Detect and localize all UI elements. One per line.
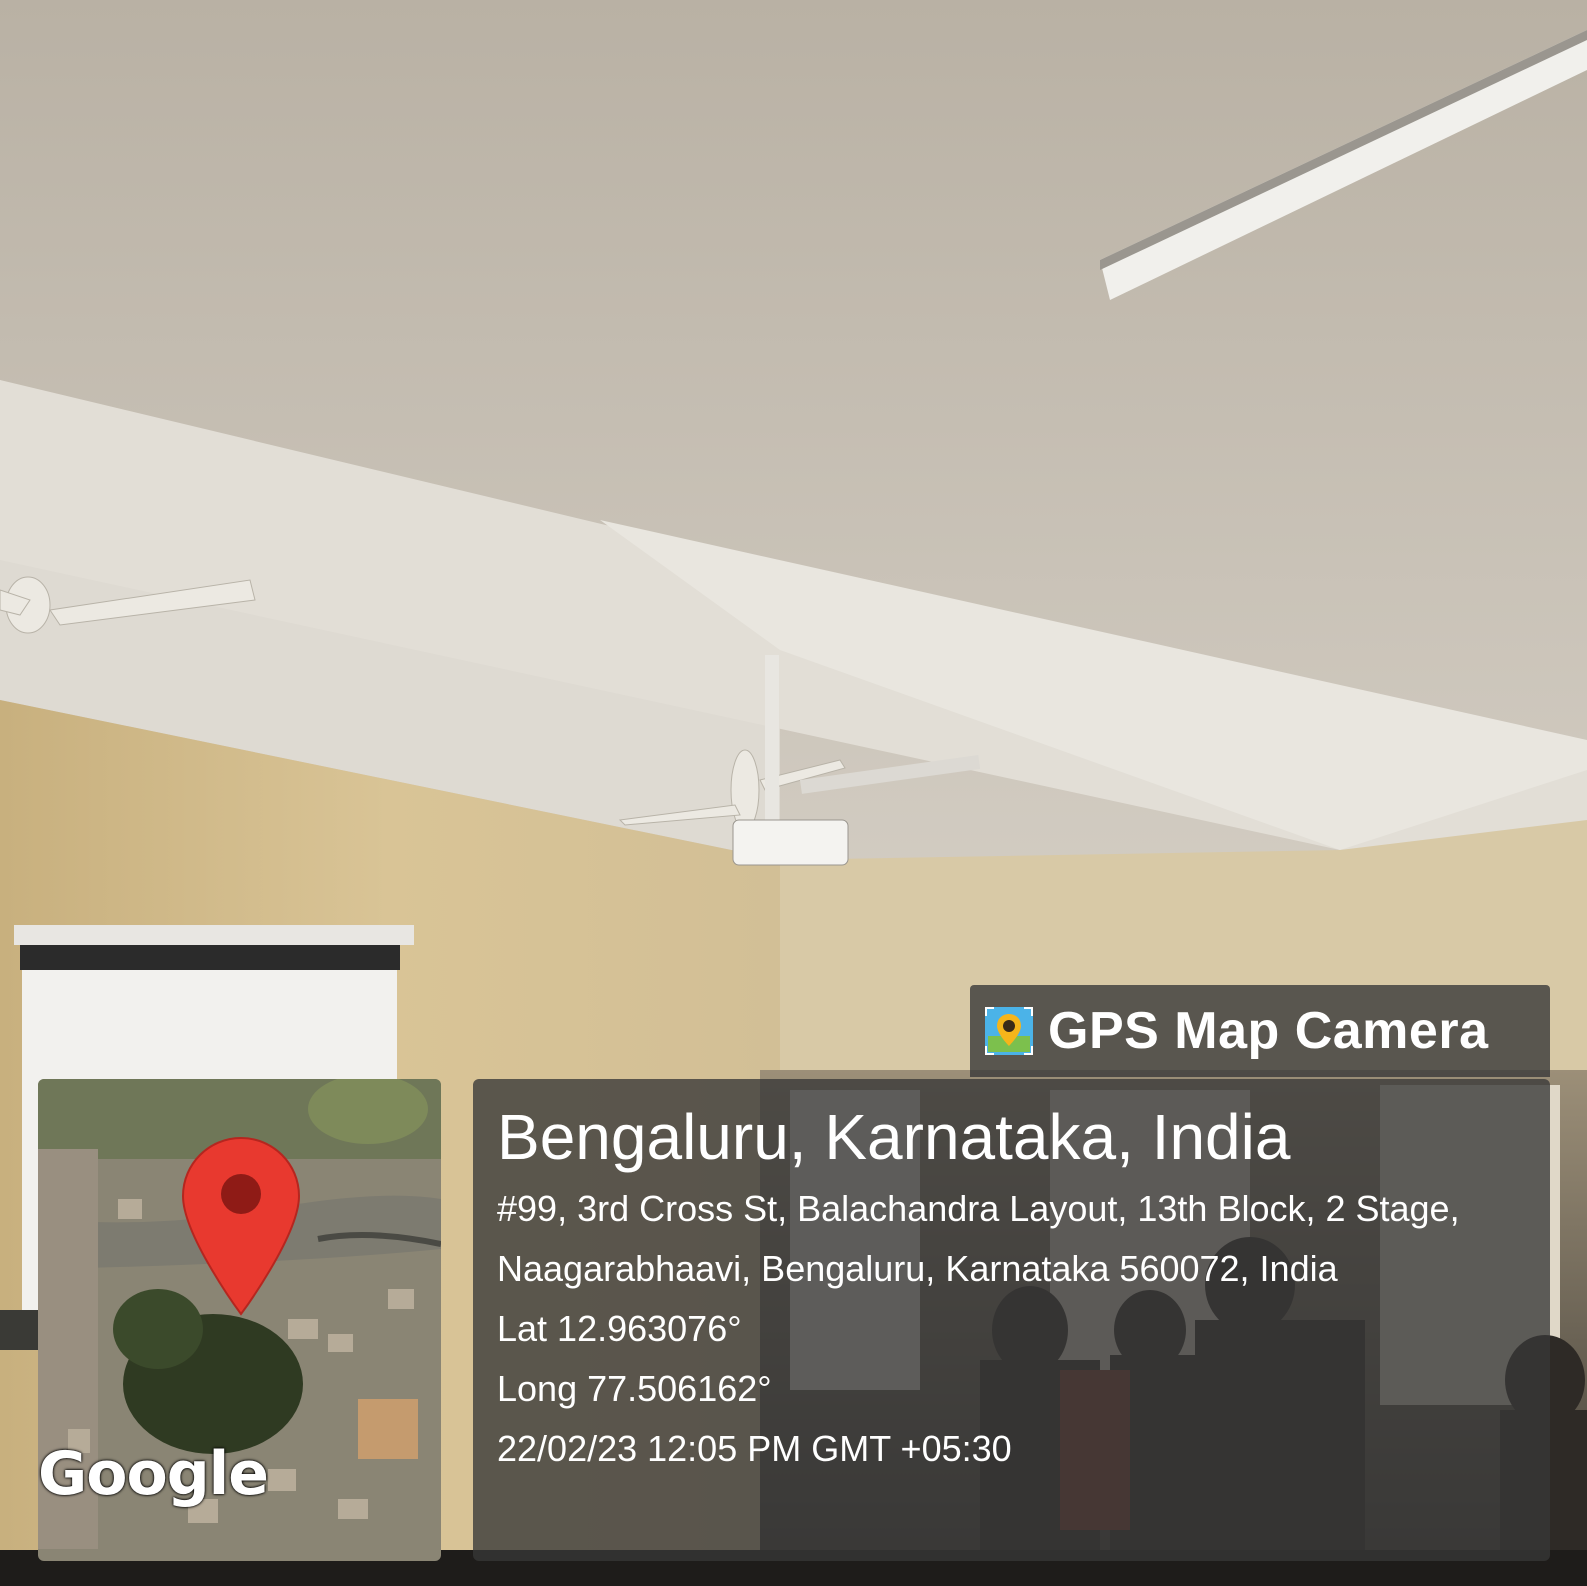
datetime-text: 22/02/23 12:05 PM GMT +05:30 — [497, 1428, 1012, 1469]
gps-map-camera-icon — [985, 1007, 1033, 1055]
app-badge: GPS Map Camera — [970, 985, 1550, 1077]
address-text: #99, 3rd Cross St, Balachandra Layout, 1… — [497, 1188, 1460, 1289]
map-pin-icon — [181, 1136, 301, 1316]
location-title: Bengaluru, Karnataka, India — [497, 1101, 1291, 1173]
longitude-text: Long 77.506162° — [497, 1368, 772, 1409]
photo: Google GPS Map Camera Bengaluru, Karnata… — [0, 0, 1587, 1586]
map-thumbnail: Google — [38, 1079, 441, 1561]
app-name: GPS Map Camera — [1048, 1002, 1489, 1060]
location-info-panel: Bengaluru, Karnataka, India #99, 3rd Cro… — [473, 1079, 1550, 1561]
latitude-text: Lat 12.963076° — [497, 1308, 742, 1349]
map-watermark: Google — [38, 1439, 269, 1509]
